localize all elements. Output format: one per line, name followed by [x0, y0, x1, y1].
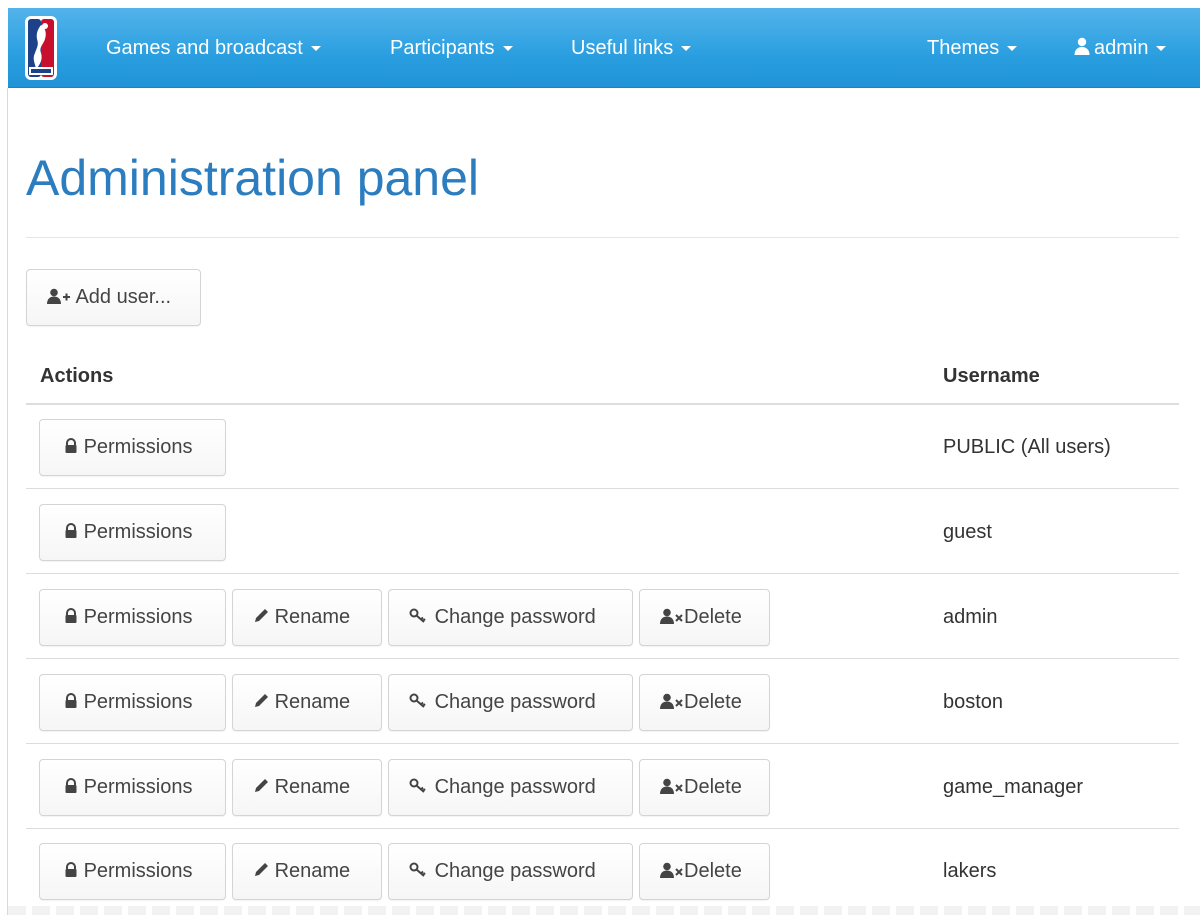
permissions-button[interactable]: Permissions	[39, 589, 226, 646]
permissions-button[interactable]: Permissions	[39, 504, 226, 561]
change-password-button[interactable]: Change password	[388, 674, 633, 731]
delete-button[interactable]: Delete	[639, 589, 770, 646]
add-user-label: Add user...	[75, 286, 172, 308]
lock-icon	[64, 776, 78, 798]
rename-button[interactable]: Rename	[232, 759, 382, 816]
change-password-button[interactable]: Change password	[388, 843, 633, 900]
username-cell: boston	[943, 691, 1004, 713]
cropped-edge	[8, 906, 1200, 915]
nav-games-broadcast-label: Games and broadcast	[106, 37, 303, 59]
row-divider	[26, 658, 1179, 659]
left-border	[7, 88, 8, 915]
row-divider	[26, 488, 1179, 489]
delete-button[interactable]: Delete	[639, 843, 770, 900]
lock-icon	[64, 521, 78, 543]
column-header-actions: Actions	[40, 365, 114, 387]
permissions-button[interactable]: Permissions	[39, 419, 226, 476]
add-user-button[interactable]: Add user...	[26, 269, 201, 326]
key-icon	[409, 776, 429, 798]
nav-participants-label: Participants	[390, 37, 495, 59]
change-password-label: Change password	[434, 776, 596, 798]
permissions-label: Permissions	[83, 860, 193, 882]
caret-down-icon	[1007, 46, 1018, 52]
pencil-icon	[253, 776, 269, 798]
permissions-label: Permissions	[83, 691, 193, 713]
user-remove-icon	[660, 860, 684, 882]
table-row: Permissions guest	[26, 490, 1179, 574]
nba-logo-icon[interactable]	[24, 15, 58, 81]
delete-button[interactable]: Delete	[639, 674, 770, 731]
key-icon	[409, 691, 429, 713]
change-password-button[interactable]: Change password	[388, 759, 633, 816]
permissions-button[interactable]: Permissions	[39, 843, 226, 900]
page-title: Administration panel	[26, 150, 480, 206]
permissions-label: Permissions	[83, 436, 193, 458]
pencil-icon	[253, 606, 269, 628]
user-remove-icon	[660, 606, 684, 628]
nav-themes-label: Themes	[927, 37, 1000, 59]
permissions-label: Permissions	[83, 776, 193, 798]
rename-label: Rename	[274, 776, 351, 798]
lock-icon	[64, 860, 78, 882]
nav-user-menu[interactable]: admin	[1074, 36, 1167, 61]
caret-down-icon	[310, 46, 321, 52]
username-cell: game_manager	[943, 776, 1084, 798]
nav-themes-menu[interactable]: Themes	[927, 36, 1018, 60]
table-row: Permissions Rename Change password Delet…	[26, 829, 1179, 913]
nav-useful-links-label: Useful links	[571, 37, 674, 59]
pencil-icon	[253, 691, 269, 713]
row-divider	[26, 743, 1179, 744]
username-cell: admin	[943, 606, 998, 628]
top-navbar: Games and broadcast Participants Useful …	[8, 8, 1200, 88]
column-header-username: Username	[943, 365, 1040, 387]
permissions-button[interactable]: Permissions	[39, 674, 226, 731]
username-cell: PUBLIC (All users)	[943, 436, 1111, 458]
rename-button[interactable]: Rename	[232, 674, 382, 731]
change-password-label: Change password	[434, 606, 596, 628]
nav-useful-links-menu[interactable]: Useful links	[571, 36, 692, 60]
user-remove-icon	[660, 691, 684, 713]
caret-down-icon	[681, 46, 692, 52]
change-password-label: Change password	[434, 860, 596, 882]
nav-user-label: admin	[1094, 37, 1149, 59]
rename-label: Rename	[274, 691, 351, 713]
permissions-label: Permissions	[83, 521, 193, 543]
table-row: Permissions Rename Change password Delet…	[26, 745, 1179, 829]
rename-button[interactable]: Rename	[232, 843, 382, 900]
rename-label: Rename	[274, 606, 351, 628]
key-icon	[409, 606, 429, 628]
permissions-label: Permissions	[83, 606, 193, 628]
nav-participants-menu[interactable]: Participants	[390, 36, 513, 60]
user-plus-icon	[47, 286, 75, 308]
table-row: Permissions PUBLIC (All users)	[26, 405, 1179, 489]
lock-icon	[64, 691, 78, 713]
caret-down-icon	[1156, 46, 1167, 52]
rename-label: Rename	[274, 860, 351, 882]
title-divider	[26, 237, 1179, 238]
delete-label: Delete	[684, 860, 742, 882]
delete-label: Delete	[684, 691, 742, 713]
row-divider	[26, 573, 1179, 574]
permissions-button[interactable]: Permissions	[39, 759, 226, 816]
caret-down-icon	[502, 46, 513, 52]
key-icon	[409, 860, 429, 882]
page: Games and broadcast Participants Useful …	[0, 0, 1202, 915]
username-cell: lakers	[943, 860, 997, 882]
change-password-button[interactable]: Change password	[388, 589, 633, 646]
nav-games-broadcast-menu[interactable]: Games and broadcast	[106, 36, 321, 60]
table-row: Permissions Rename Change password Delet…	[26, 575, 1179, 659]
change-password-label: Change password	[434, 691, 596, 713]
delete-button[interactable]: Delete	[639, 759, 770, 816]
delete-label: Delete	[684, 606, 742, 628]
lock-icon	[64, 436, 78, 458]
delete-label: Delete	[684, 776, 742, 798]
pencil-icon	[253, 860, 269, 882]
lock-icon	[64, 606, 78, 628]
user-icon	[1074, 37, 1090, 61]
table-row: Permissions Rename Change password Delet…	[26, 660, 1179, 744]
user-remove-icon	[660, 776, 684, 798]
username-cell: guest	[943, 521, 992, 543]
rename-button[interactable]: Rename	[232, 589, 382, 646]
